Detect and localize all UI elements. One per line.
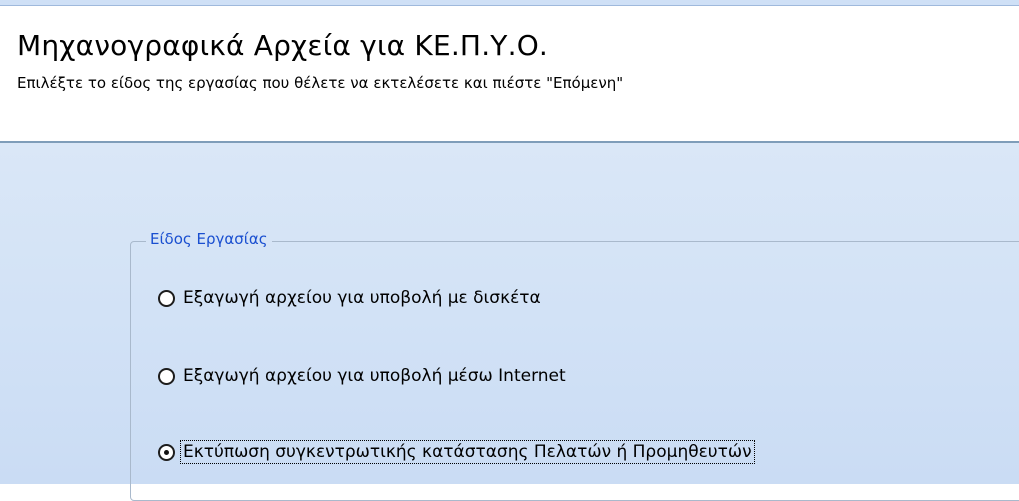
wizard-body: Είδος Εργασίας Εξαγωγή αρχείου για υποβο… (0, 143, 1019, 501)
radio-button-icon[interactable] (158, 289, 175, 307)
page-title: Μηχανογραφικά Αρχεία για ΚΕ.Π.Υ.Ο. (17, 29, 549, 62)
option-export-diskette[interactable]: Εξαγωγή αρχείου για υποβολή με δισκέτα (158, 287, 543, 309)
page-instructions: Επιλέξτε το είδος της εργασίας που θέλετ… (17, 74, 624, 92)
option-export-internet-label[interactable]: Εξαγωγή αρχείου για υποβολή μέσω Interne… (181, 365, 568, 387)
option-export-internet[interactable]: Εξαγωγή αρχείου για υποβολή μέσω Interne… (158, 365, 568, 387)
radio-button-selected-icon[interactable] (158, 443, 175, 461)
option-print-summary[interactable]: Εκτύπωση συγκεντρωτικής κατάστασης Πελατ… (158, 440, 755, 464)
option-print-summary-label[interactable]: Εκτύπωση συγκεντρωτικής κατάστασης Πελατ… (180, 440, 755, 464)
radio-button-icon[interactable] (158, 367, 175, 385)
option-export-diskette-label[interactable]: Εξαγωγή αρχείου για υποβολή με δισκέτα (181, 287, 543, 309)
task-type-legend: Είδος Εργασίας (146, 230, 272, 248)
wizard-header: Μηχανογραφικά Αρχεία για ΚΕ.Π.Υ.Ο. Επιλέ… (0, 6, 1019, 141)
